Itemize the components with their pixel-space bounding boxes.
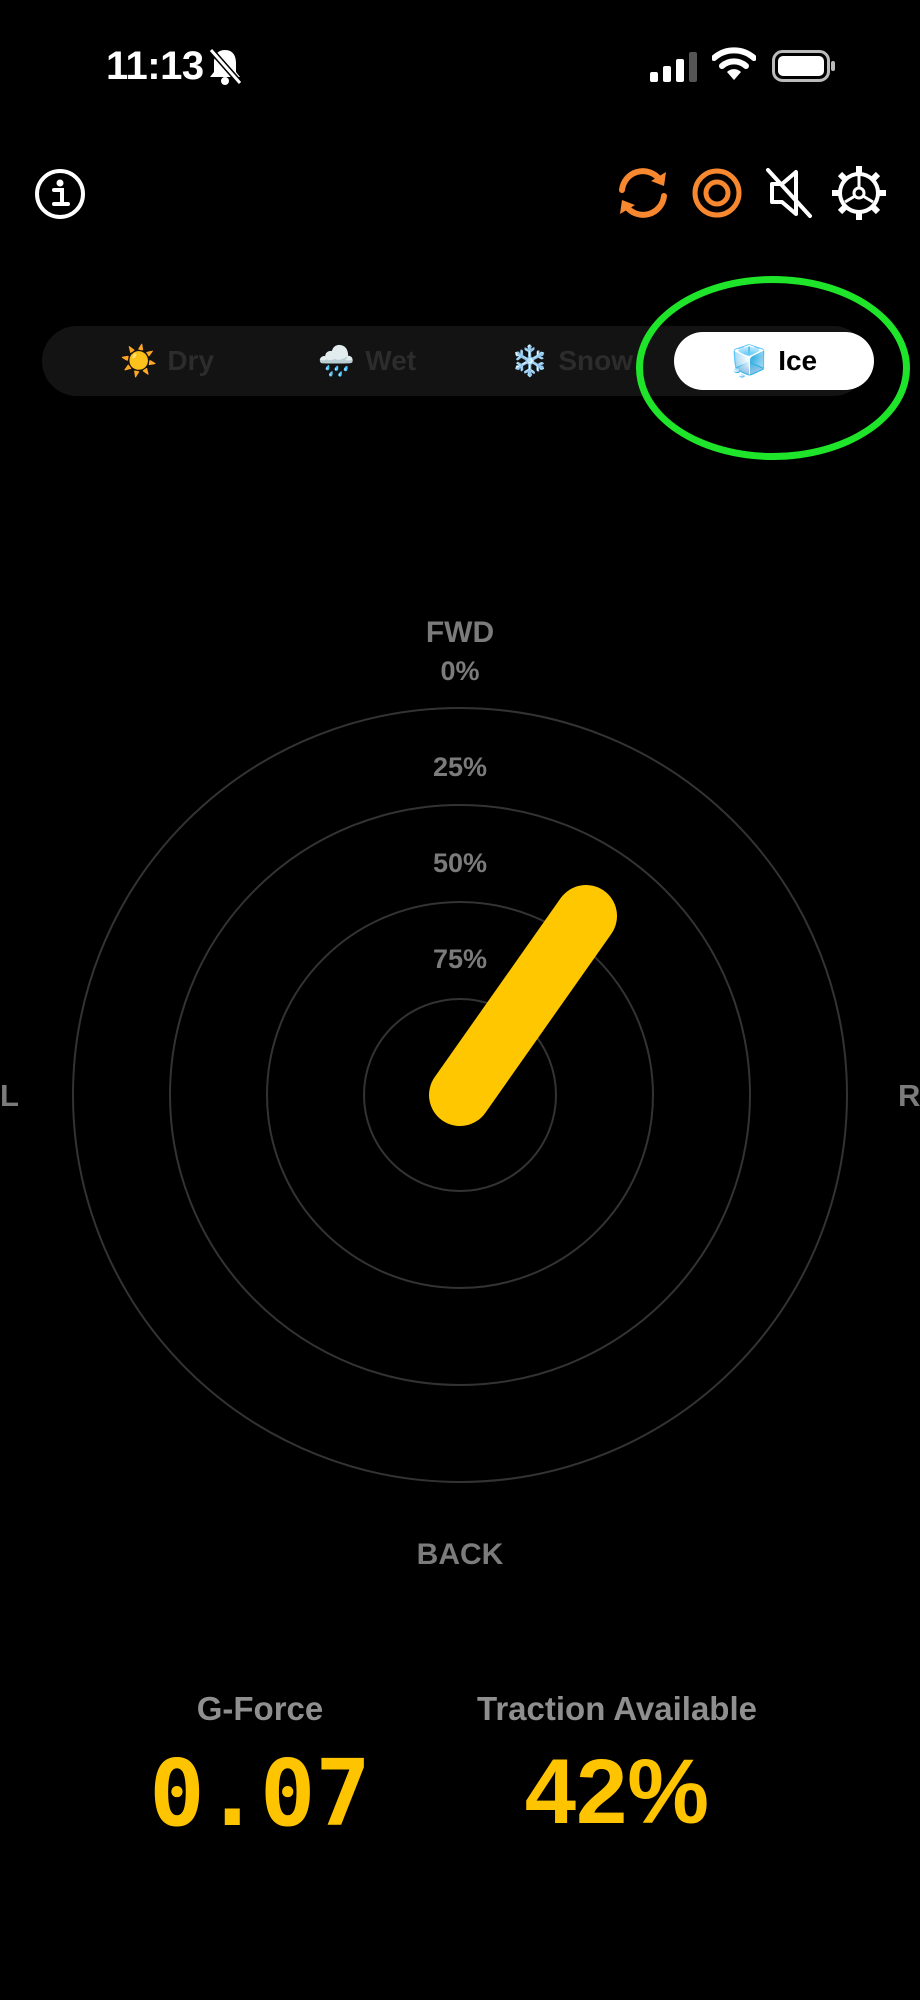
wifi-icon (712, 47, 756, 80)
gforce-label: G-Force (196, 1690, 324, 1727)
rain-cloud-icon: 🌧️ (317, 343, 356, 379)
gauge-label-left: L (0, 1078, 19, 1113)
snowflake-icon: ❄️ (510, 343, 549, 379)
surface-option-label: Dry (167, 345, 215, 376)
gauge-label-back: BACK (416, 1538, 504, 1571)
traction-needle (429, 885, 617, 1126)
surface-option-label: Wet (365, 345, 417, 376)
surface-option-label: Snow (558, 345, 634, 376)
status-time: 11:13 (106, 44, 204, 88)
bell-slash-icon (208, 48, 243, 85)
target-icon[interactable] (690, 166, 744, 220)
surface-option-wet[interactable]: 🌧️ Wet (282, 326, 452, 396)
gauge-label-right: R (898, 1078, 920, 1113)
cellular-signal-icon (650, 52, 697, 82)
gforce-value: 0.07 (149, 1740, 371, 1847)
surface-option-snow[interactable]: ❄️ Snow (487, 326, 657, 396)
traction-available-value: 42% (524, 1741, 710, 1843)
ring-label-50: 50% (432, 848, 488, 878)
ring-label-75: 75% (432, 944, 488, 974)
traction-gauge (72, 707, 848, 1483)
traction-available-label: Traction Available (477, 1690, 757, 1727)
battery-icon (772, 50, 835, 82)
mute-icon[interactable] (764, 166, 814, 220)
ring-label-0: 0% (440, 656, 480, 686)
sync-icon[interactable] (614, 164, 672, 222)
ring-label-25: 25% (432, 752, 488, 782)
gauge-label-fwd: FWD (425, 616, 495, 649)
selection-highlight-circle (636, 276, 910, 460)
info-icon[interactable] (33, 167, 87, 221)
surface-option-dry[interactable]: ☀️ Dry (82, 326, 252, 396)
sun-icon: ☀️ (119, 343, 158, 379)
settings-icon[interactable] (830, 164, 888, 222)
